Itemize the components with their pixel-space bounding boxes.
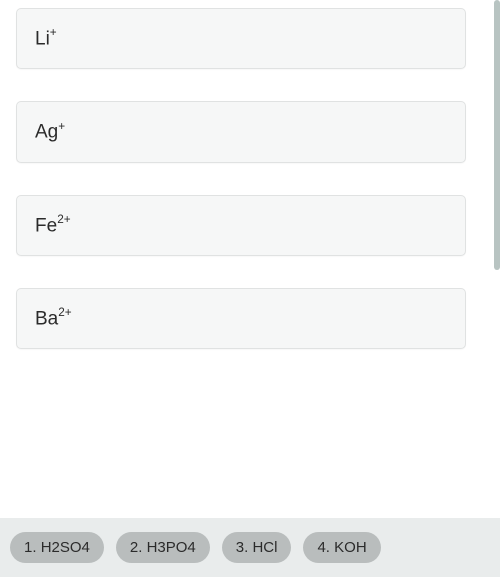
scrollbar[interactable] [494, 0, 500, 270]
ion-charge: 2+ [57, 213, 70, 226]
ion-card-fe[interactable]: Fe2+ [16, 195, 466, 256]
option-number: 3. [236, 539, 249, 556]
ion-card-li[interactable]: Li+ [16, 8, 466, 69]
drop-zone-area: Li+ Ag+ Fe2+ Ba2+ [0, 0, 500, 520]
option-chip-4[interactable]: 4. KOH [303, 532, 380, 563]
ion-base: Fe [35, 215, 57, 236]
option-number: 1. [24, 539, 37, 556]
option-formula: H3PO4 [147, 539, 196, 556]
option-formula: HCl [252, 539, 277, 556]
ion-base: Ba [35, 308, 58, 329]
option-formula: KOH [334, 539, 367, 556]
option-chip-3[interactable]: 3. HCl [222, 532, 292, 563]
ion-charge: + [50, 26, 57, 39]
option-number: 4. [317, 539, 330, 556]
option-formula: H2SO4 [41, 539, 90, 556]
option-number: 2. [130, 539, 143, 556]
ion-card-ba[interactable]: Ba2+ [16, 288, 466, 349]
ion-charge: 2+ [58, 306, 71, 319]
ion-base: Li [35, 28, 50, 49]
options-bar: 1. H2SO4 2. H3PO4 3. HCl 4. KOH [0, 518, 500, 577]
ion-base: Ag [35, 122, 58, 143]
ion-charge: + [58, 120, 65, 133]
ion-card-ag[interactable]: Ag+ [16, 101, 466, 162]
option-chip-2[interactable]: 2. H3PO4 [116, 532, 210, 563]
option-chip-1[interactable]: 1. H2SO4 [10, 532, 104, 563]
